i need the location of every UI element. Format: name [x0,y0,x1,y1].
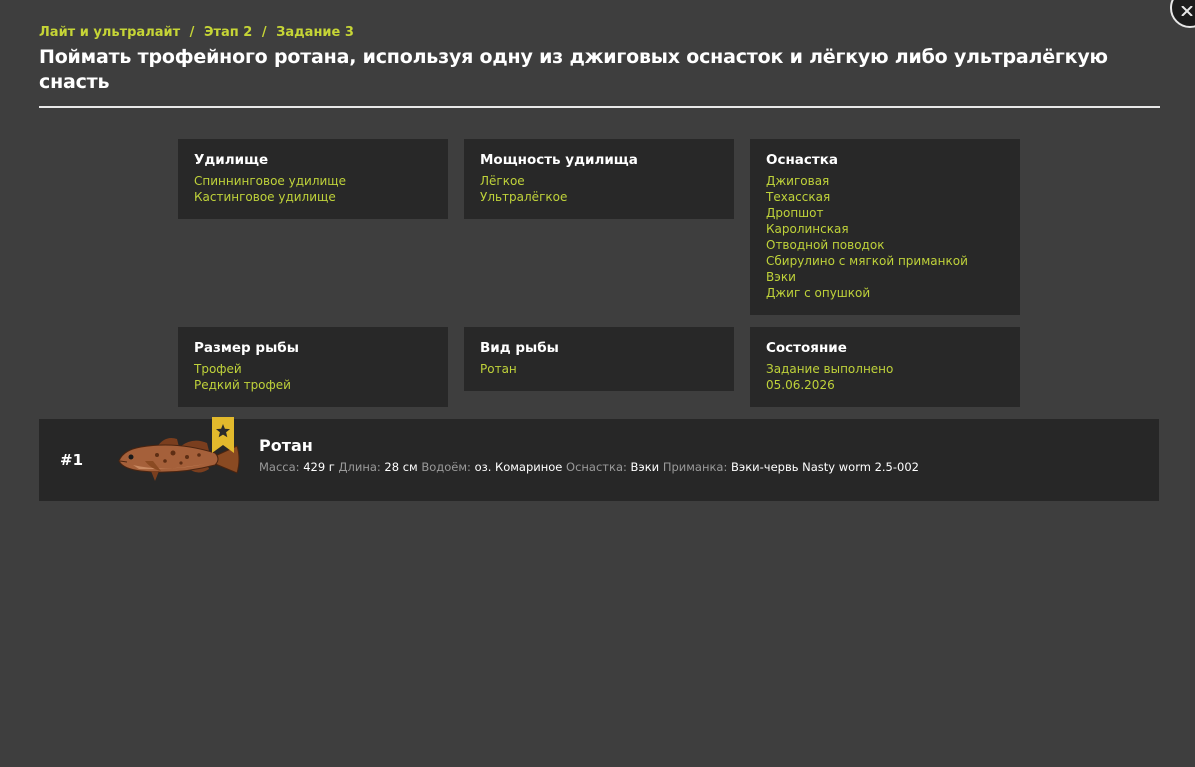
card-fish-species-item: Ротан [480,362,517,376]
card-fish-size-item: Редкий трофей [194,378,291,392]
fish-details: Масса: 429 г Длина: 28 см Водоём: оз. Ко… [259,460,919,474]
card-status-title: Состояние [766,340,847,356]
fish-name: Ротан [259,436,313,455]
card-rod-power-title: Мощность удилища [480,152,638,168]
rig-value: Вэки [630,460,660,474]
breadcrumb-separator: / [189,25,195,40]
card-rod-power-item: Лёгкое [480,174,525,188]
water-value: оз. Комариное [474,460,563,474]
card-rod: Удилище Спиннинговое удилище Кастинговое… [178,139,448,219]
card-fish-species-title: Вид рыбы [480,340,559,356]
breadcrumb-separator: / [261,25,267,40]
card-status-text: Задание выполнено [766,362,894,376]
mass-label: Масса: [259,460,300,474]
card-rod-title: Удилище [194,152,269,168]
card-rig-item: Техасская [766,190,831,204]
card-rod-power: Мощность удилища Лёгкое Ультралёгкое [464,139,734,219]
breadcrumb-item-category[interactable]: Лайт и ультралайт [39,25,180,40]
trophy-star-icon [212,417,234,453]
card-rig-item: Отводной поводок [766,238,885,252]
card-rig-item: Каролинская [766,222,849,236]
bait-value: Вэки-червь Nasty worm 2.5-002 [731,460,919,474]
bait-label: Приманка: [662,460,728,474]
card-rig: Оснастка Джиговая Техасская Дропшот Каро… [750,139,1020,315]
length-label: Длина: [338,460,381,474]
close-icon [1181,6,1193,16]
card-rig-item: Сбирулино с мягкой приманкой [766,254,968,268]
card-rod-item: Спиннинговое удилище [194,174,346,188]
result-row[interactable]: #1 Ротан Масса: 429 г Длина: 28 см Водоё… [39,417,1159,501]
breadcrumb: Лайт и ультралайт / Этап 2 / Задание 3 [39,25,354,40]
title-divider [39,106,1160,108]
mass-value: 429 г [303,460,335,474]
card-rod-item: Кастинговое удилище [194,190,336,204]
close-button[interactable] [1170,0,1195,28]
water-label: Водоём: [421,460,471,474]
breadcrumb-item-stage[interactable]: Этап 2 [204,25,252,40]
card-fish-species: Вид рыбы Ротан [464,327,734,391]
card-status: Состояние Задание выполнено 05.06.2026 [750,327,1020,407]
result-rank: #1 [60,451,84,469]
card-rig-title: Оснастка [766,152,839,168]
card-rig-item: Джиговая [766,174,830,188]
rig-label: Оснастка: [566,460,627,474]
card-rod-power-item: Ультралёгкое [480,190,568,204]
card-fish-size-item: Трофей [194,362,242,376]
page-title: Поймать трофейного ротана, используя одн… [39,46,1108,93]
card-rig-item: Вэки [766,270,796,284]
card-status-date: 05.06.2026 [766,378,835,392]
length-value: 28 см [384,460,418,474]
card-fish-size-title: Размер рыбы [194,340,299,356]
breadcrumb-item-task: Задание 3 [276,25,354,40]
card-rig-item: Джиг с опушкой [766,286,871,300]
card-fish-size: Размер рыбы Трофей Редкий трофей [178,327,448,407]
card-rig-item: Дропшот [766,206,824,220]
